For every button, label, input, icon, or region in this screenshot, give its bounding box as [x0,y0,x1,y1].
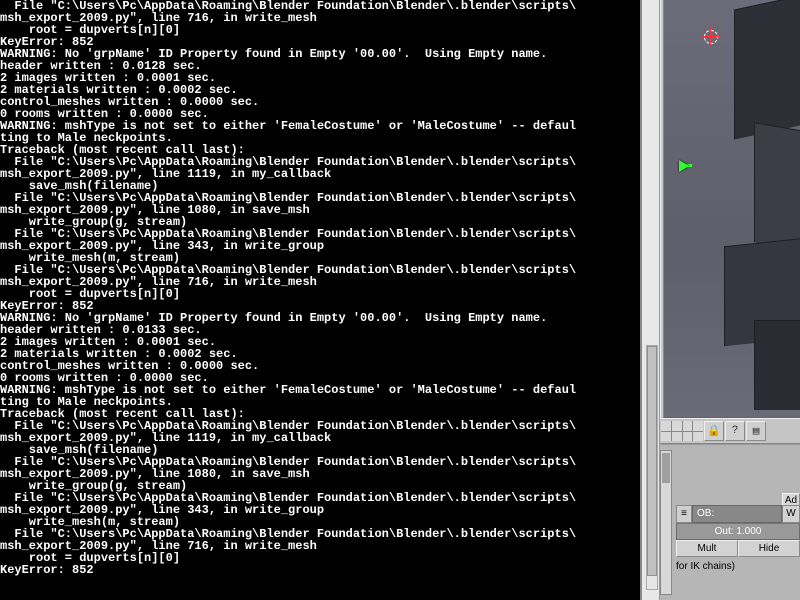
console-line: root = dupverts[n][0] [0,552,640,564]
3d-cursor-icon [704,30,718,44]
axis-y-arrow-icon [679,160,689,172]
object-name-row: ≡ OB: W [676,505,800,523]
help-button[interactable]: ? [725,421,745,441]
object-name-field[interactable]: OB: [692,505,782,523]
window-divider[interactable] [640,0,660,600]
viewport-scrollbar[interactable] [646,345,658,590]
buttons-header: 🔒 ? ▤ [660,418,800,444]
mult-hide-row: Mult Hide [676,540,800,557]
blender-ui-fragment: 🔒 ? ▤ Ad ≡ OB: W Out: 1.000 Mult Hide fo… [640,0,800,600]
console-line: root = dupverts[n][0] [0,288,640,300]
out-value-field[interactable]: Out: 1.000 [676,523,800,540]
mesh-facet [734,0,800,140]
console-line: root = dupverts[n][0] [0,24,640,36]
3d-cursor-icon [710,28,711,46]
datablock-menu-icon[interactable]: ≡ [676,505,692,523]
armature-bones-panel: Ad ≡ OB: W Out: 1.000 Mult Hide for IK c… [660,444,800,600]
mult-button[interactable]: Mult [676,540,738,557]
scrollbar-thumb[interactable] [647,346,657,576]
panel-hint-text: for IK chains) [676,561,735,572]
panel-grid-icon[interactable] [661,421,703,441]
console-line: KeyError: 852 [0,564,640,576]
panel-scrollbar[interactable] [660,450,672,595]
mesh-facet [754,122,800,258]
3d-cursor-icon [702,36,720,37]
3d-viewport[interactable] [664,0,800,418]
panel-scrollbar-thumb[interactable] [662,453,670,483]
out-row: Out: 1.000 [676,523,800,540]
mesh-facet [754,320,800,410]
weight-button[interactable]: W [782,505,800,523]
hide-button[interactable]: Hide [738,540,800,557]
script-button[interactable]: ▤ [746,421,766,441]
lock-button[interactable]: 🔒 [704,421,724,441]
python-console[interactable]: File "C:\Users\Pc\AppData\Roaming\Blende… [0,0,640,600]
